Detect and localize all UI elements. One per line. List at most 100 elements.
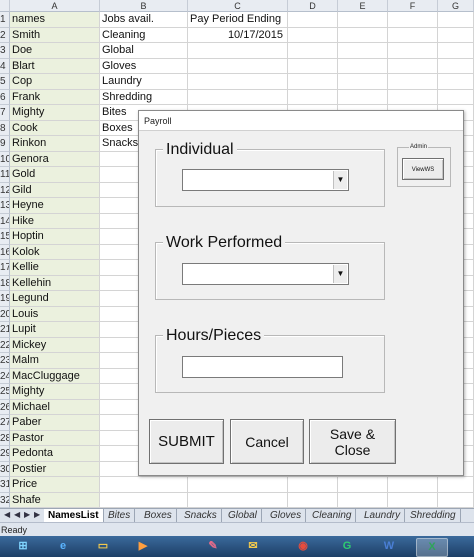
cell[interactable] bbox=[388, 477, 438, 493]
row-header[interactable]: 18 bbox=[0, 275, 10, 291]
cell[interactable] bbox=[388, 492, 438, 508]
row-header[interactable]: 5 bbox=[0, 74, 10, 90]
cell[interactable]: Gold bbox=[10, 167, 100, 183]
cell[interactable]: Postier bbox=[10, 461, 100, 477]
cell[interactable]: Pay Period Ending bbox=[188, 12, 288, 28]
sheet-tab[interactable]: Shredding bbox=[406, 509, 461, 522]
row-header[interactable]: 20 bbox=[0, 306, 10, 322]
file-explorer-taskbar-button[interactable]: ▭ bbox=[88, 538, 118, 555]
cell[interactable]: Pedonta bbox=[10, 446, 100, 462]
row-header[interactable]: 27 bbox=[0, 415, 10, 431]
cell[interactable]: Malm bbox=[10, 353, 100, 369]
cell[interactable]: Mighty bbox=[10, 105, 100, 121]
sheet-tab[interactable]: Global bbox=[224, 509, 262, 522]
row-header[interactable]: 19 bbox=[0, 291, 10, 307]
sheet-tab[interactable]: Laundry bbox=[360, 509, 406, 522]
cell[interactable] bbox=[188, 89, 288, 105]
cell[interactable]: Laundry bbox=[100, 74, 188, 90]
cell[interactable] bbox=[288, 477, 338, 493]
row-header[interactable]: 24 bbox=[0, 368, 10, 384]
row-header[interactable]: 3 bbox=[0, 43, 10, 59]
cell[interactable]: Michael bbox=[10, 399, 100, 415]
cell[interactable] bbox=[438, 58, 474, 74]
cell[interactable] bbox=[288, 89, 338, 105]
cell[interactable] bbox=[388, 27, 438, 43]
cell[interactable] bbox=[338, 492, 388, 508]
cell[interactable] bbox=[288, 27, 338, 43]
cell[interactable]: Shafe bbox=[10, 492, 100, 508]
row-header[interactable]: 12 bbox=[0, 182, 10, 198]
row-header[interactable]: 6 bbox=[0, 89, 10, 105]
cell[interactable]: Hike bbox=[10, 213, 100, 229]
column-header[interactable]: E bbox=[338, 0, 388, 12]
row-header[interactable]: 16 bbox=[0, 244, 10, 260]
row-header[interactable]: 1 bbox=[0, 12, 10, 28]
sheet-tab[interactable]: Bites bbox=[104, 509, 136, 522]
sheet-tab[interactable]: Cleaning bbox=[308, 509, 357, 522]
cell[interactable]: Genora bbox=[10, 151, 100, 167]
cell[interactable]: Mighty bbox=[10, 384, 100, 400]
cell[interactable]: Paber bbox=[10, 415, 100, 431]
submit-button[interactable]: SUBMIT bbox=[149, 419, 224, 464]
hours-input[interactable] bbox=[182, 356, 343, 378]
word-taskbar-button[interactable]: W bbox=[374, 538, 404, 555]
cell[interactable] bbox=[188, 43, 288, 59]
cell[interactable]: 10/17/2015 bbox=[188, 27, 288, 43]
cell[interactable]: Cleaning bbox=[100, 27, 188, 43]
row-header[interactable]: 28 bbox=[0, 430, 10, 446]
cell[interactable] bbox=[438, 477, 474, 493]
cell[interactable] bbox=[438, 89, 474, 105]
cell[interactable] bbox=[338, 58, 388, 74]
row-header[interactable]: 29 bbox=[0, 446, 10, 462]
row-header[interactable]: 17 bbox=[0, 260, 10, 276]
cell[interactable]: Hoptin bbox=[10, 229, 100, 245]
row-header[interactable]: 2 bbox=[0, 27, 10, 43]
cell[interactable]: Legund bbox=[10, 291, 100, 307]
cell[interactable]: Mickey bbox=[10, 337, 100, 353]
dropdown-arrow-icon[interactable]: ▼ bbox=[333, 265, 347, 283]
row-header[interactable]: 9 bbox=[0, 136, 10, 152]
tab-nav-prev-icon[interactable]: ◀ bbox=[14, 510, 20, 519]
work-performed-combobox[interactable]: ▼ bbox=[182, 263, 349, 285]
cell[interactable]: Jobs avail. bbox=[100, 12, 188, 28]
cell[interactable] bbox=[338, 477, 388, 493]
cell[interactable] bbox=[438, 43, 474, 59]
row-header[interactable]: 14 bbox=[0, 213, 10, 229]
select-all-corner[interactable] bbox=[0, 0, 10, 12]
sheet-tab[interactable]: Boxes bbox=[140, 509, 177, 522]
cell[interactable]: Lupit bbox=[10, 322, 100, 338]
column-header[interactable]: A bbox=[10, 0, 100, 12]
cell[interactable] bbox=[188, 492, 288, 508]
tab-nav-next-icon[interactable]: ▶ bbox=[24, 510, 30, 519]
cell[interactable] bbox=[438, 492, 474, 508]
cell[interactable]: Doe bbox=[10, 43, 100, 59]
row-header[interactable]: 25 bbox=[0, 384, 10, 400]
cell[interactable]: Smith bbox=[10, 27, 100, 43]
row-header[interactable]: 10 bbox=[0, 151, 10, 167]
cell[interactable]: Kellehin bbox=[10, 275, 100, 291]
column-header[interactable]: F bbox=[388, 0, 438, 12]
cell[interactable] bbox=[388, 74, 438, 90]
cell[interactable] bbox=[288, 43, 338, 59]
cell[interactable] bbox=[388, 58, 438, 74]
individual-combobox[interactable]: ▼ bbox=[182, 169, 349, 191]
row-header[interactable]: 4 bbox=[0, 58, 10, 74]
column-header[interactable]: B bbox=[100, 0, 188, 12]
sheet-tab[interactable]: NamesList bbox=[44, 509, 104, 522]
outlook-taskbar-button[interactable]: ✉ bbox=[238, 538, 268, 555]
internet-explorer-taskbar-button[interactable]: e bbox=[48, 538, 78, 555]
cell[interactable]: Price bbox=[10, 477, 100, 493]
row-header[interactable]: 30 bbox=[0, 461, 10, 477]
row-header[interactable]: 21 bbox=[0, 322, 10, 338]
cell[interactable]: Frank bbox=[10, 89, 100, 105]
cell[interactable]: Cop bbox=[10, 74, 100, 90]
row-header[interactable]: 8 bbox=[0, 120, 10, 136]
tab-nav-first-icon[interactable]: ◀ bbox=[4, 510, 10, 519]
cell[interactable] bbox=[438, 12, 474, 28]
cell[interactable]: Kellie bbox=[10, 260, 100, 276]
chrome-taskbar-button[interactable]: ◉ bbox=[288, 538, 318, 555]
cell[interactable] bbox=[438, 74, 474, 90]
cell[interactable]: Pastor bbox=[10, 430, 100, 446]
cell[interactable]: names bbox=[10, 12, 100, 28]
cell[interactable] bbox=[188, 58, 288, 74]
